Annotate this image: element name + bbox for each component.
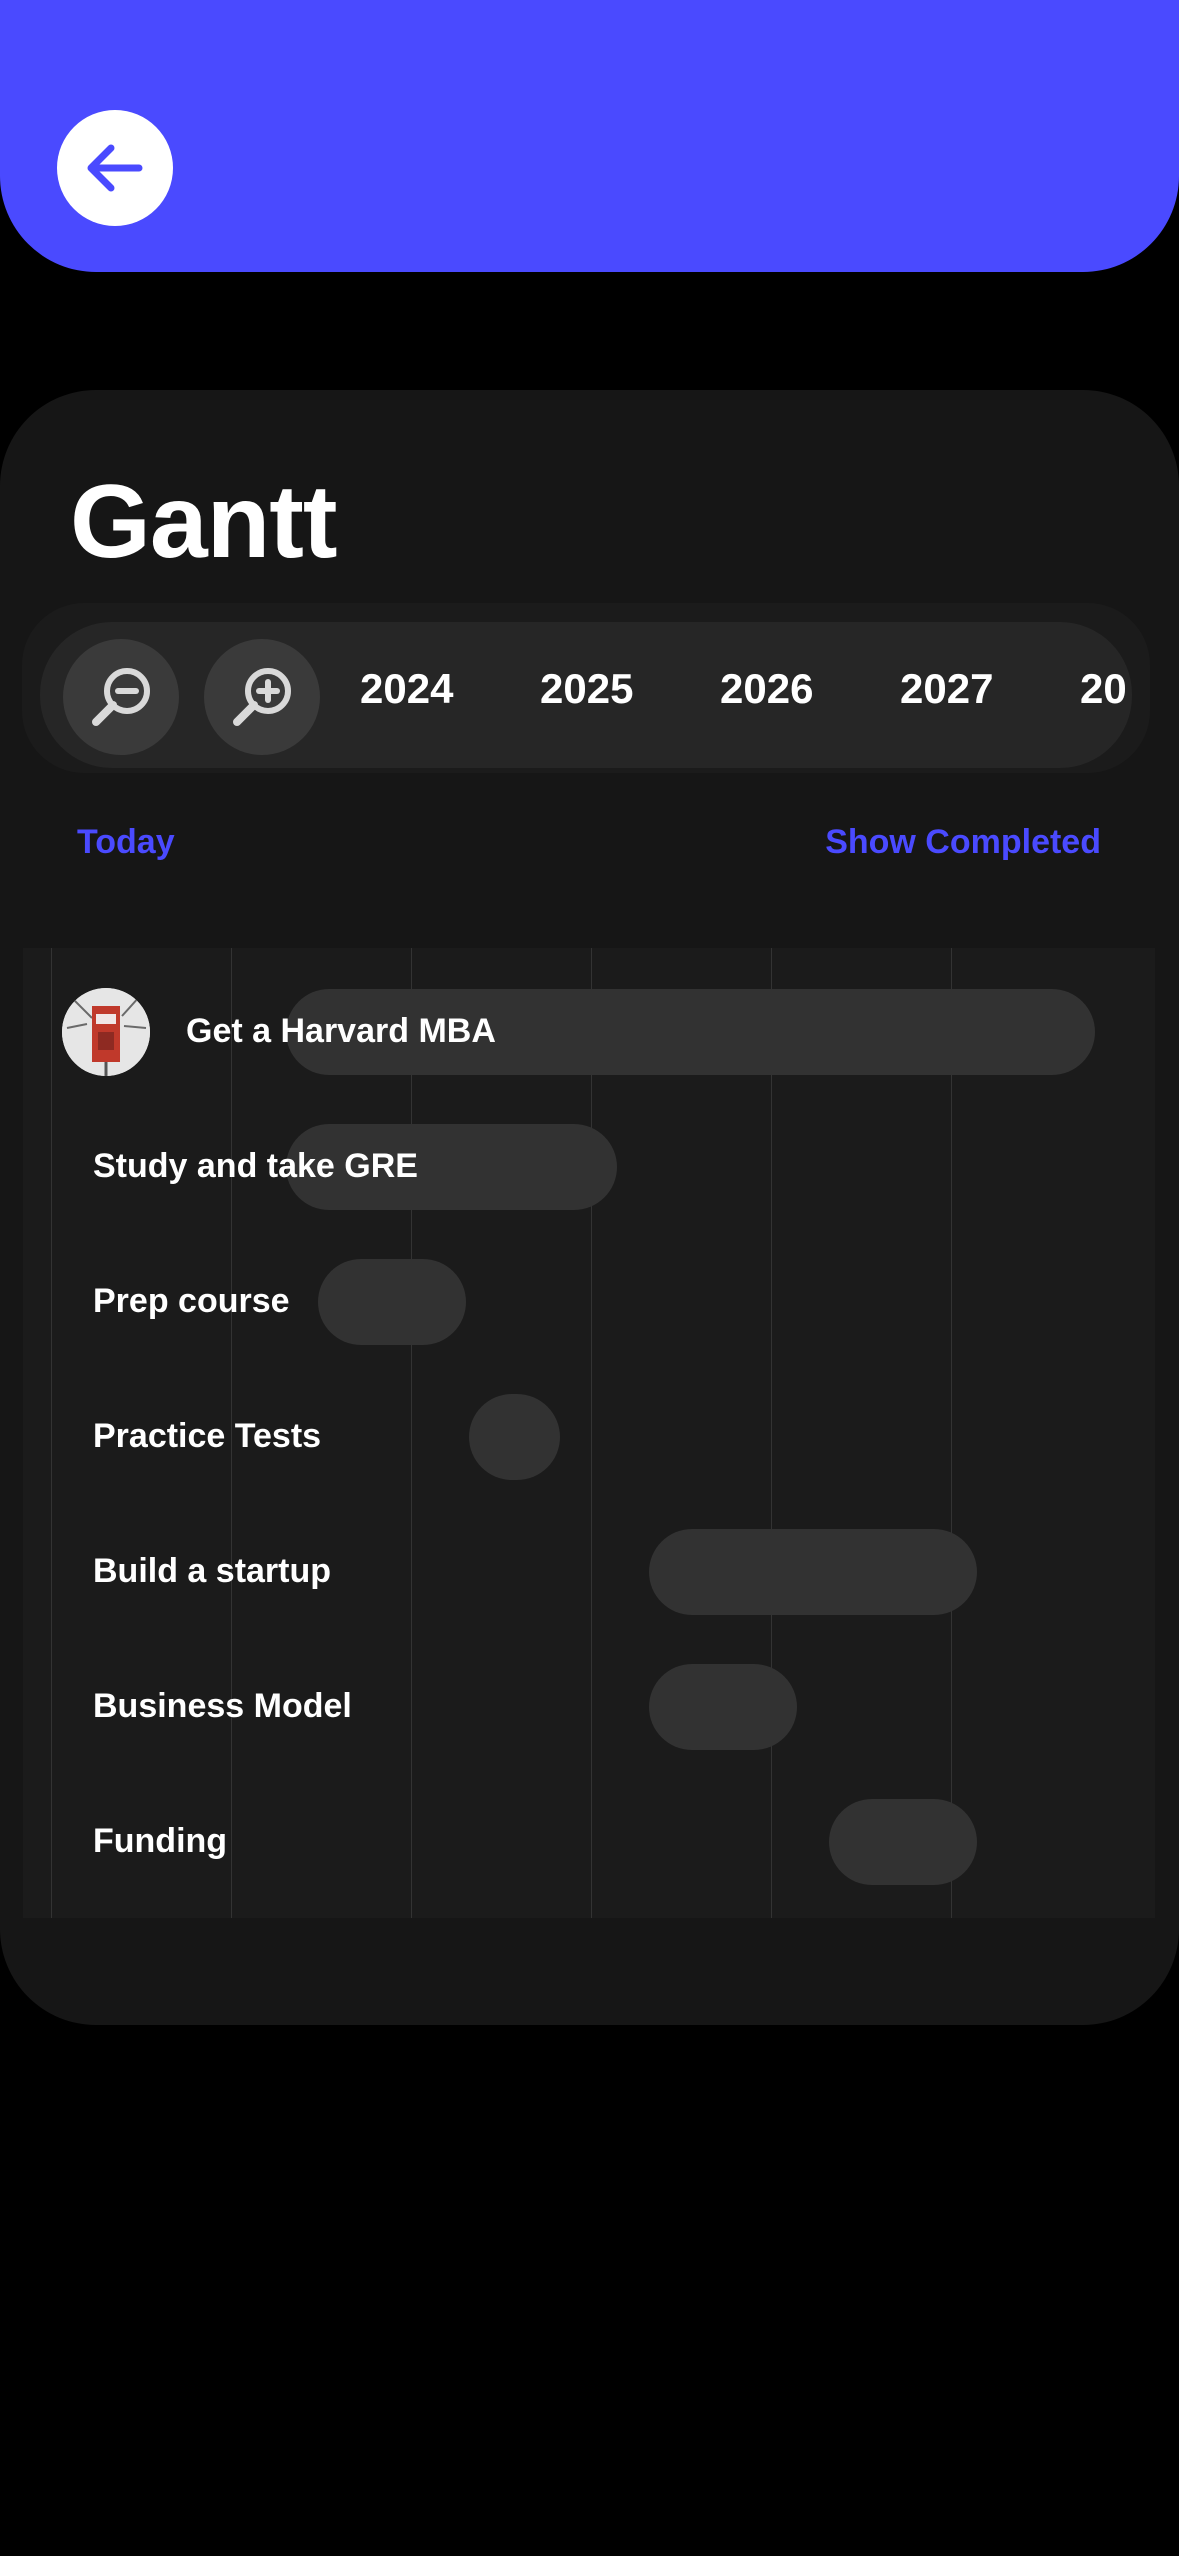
show-completed-link[interactable]: Show Completed xyxy=(825,822,1101,863)
timeline-toolbar[interactable]: 2024 2025 2026 2027 20 xyxy=(40,622,1132,768)
harvard-banner-image xyxy=(62,988,150,1076)
year-label-2025: 2025 xyxy=(540,665,634,712)
zoom-out-icon xyxy=(92,668,150,726)
year-label-2024: 2024 xyxy=(360,665,454,712)
task-label: Funding xyxy=(93,1822,228,1860)
gridline xyxy=(951,948,952,1918)
task-label: Prep course xyxy=(93,1282,290,1320)
gridline xyxy=(771,948,772,1918)
task-label: Study and take GRE xyxy=(93,1147,418,1185)
gantt-card: Gantt 2024 2025 2026 2027 20 Today Show … xyxy=(0,390,1179,2025)
task-label: Build a startup xyxy=(93,1552,332,1590)
today-link[interactable]: Today xyxy=(77,822,175,863)
back-button[interactable] xyxy=(57,110,173,226)
year-label-2027: 2027 xyxy=(900,665,994,712)
gridline xyxy=(591,948,592,1918)
task-bar-practice-tests[interactable] xyxy=(469,1394,560,1480)
task-bar-funding[interactable] xyxy=(829,1799,977,1885)
task-image-harvard xyxy=(62,988,150,1076)
task-label: Practice Tests xyxy=(93,1417,322,1455)
task-label: Business Model xyxy=(93,1687,352,1725)
task-bar-business-model[interactable] xyxy=(649,1664,797,1750)
task-label: Get a Harvard MBA xyxy=(186,1012,496,1050)
task-bar-prep-course[interactable] xyxy=(318,1259,466,1345)
header-bar xyxy=(0,0,1179,272)
page-title: Gantt xyxy=(70,464,338,580)
zoom-in-icon xyxy=(233,668,291,726)
zoom-in-button[interactable] xyxy=(204,639,320,755)
gridline xyxy=(51,948,52,1918)
task-bar-build-startup[interactable] xyxy=(649,1529,977,1615)
year-label-2026: 2026 xyxy=(720,665,814,712)
year-label-partial: 20 xyxy=(1080,665,1127,712)
gridline xyxy=(411,948,412,1918)
zoom-out-button[interactable] xyxy=(63,639,179,755)
arrow-left-icon xyxy=(87,144,143,192)
